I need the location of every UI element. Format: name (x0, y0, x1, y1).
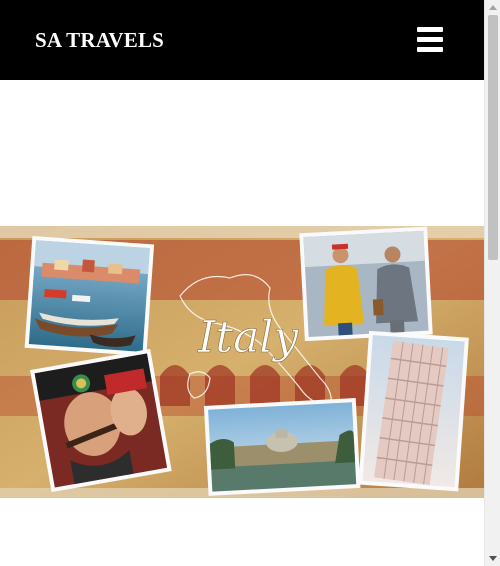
scrollbar-thumb[interactable] (488, 15, 498, 260)
scroll-down-arrow-icon[interactable] (489, 556, 497, 561)
page: SA TRAVELS Italy (0, 0, 484, 566)
page-scrollbar[interactable] (484, 0, 500, 566)
italy-hero-image: Italy (0, 226, 484, 498)
scroll-up-arrow-icon[interactable] (489, 5, 497, 10)
hamburger-menu-icon[interactable] (414, 26, 446, 54)
site-logo[interactable]: SA TRAVELS (35, 28, 164, 53)
site-header: SA TRAVELS (0, 0, 484, 80)
italy-script-title: Italy (197, 312, 299, 363)
